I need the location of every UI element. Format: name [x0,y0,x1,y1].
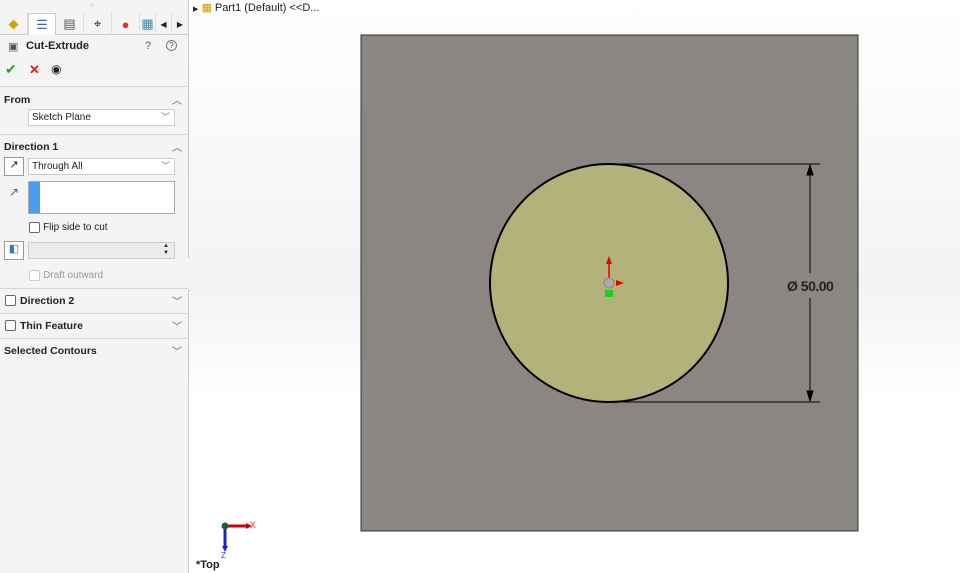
whats-new-icon[interactable]: ? [145,40,151,52]
chevron-down-icon: ﹀ [160,161,170,171]
thin-feature-section[interactable]: Thin Feature ﹀ [0,313,189,338]
expand-icon[interactable]: ﹀ [172,318,182,333]
selected-contours-heading[interactable]: Selected Contours [4,345,97,357]
direction2-heading[interactable]: Direction 2 [20,295,74,307]
graphics-area[interactable]: ▶ ▦ Part1 (Default) <<D... X Z Ø 50.00 *… [190,0,960,573]
draft-angle-input[interactable]: ▲ ▼ [28,242,175,259]
cut-extrude-icon: ▣ [8,41,19,53]
diameter-label[interactable]: Ø 50.00 [787,278,834,294]
z-axis-label: Z [221,551,226,560]
cancel-button[interactable]: ✕ [29,62,40,78]
expand-icon[interactable]: ﹀ [172,293,182,308]
property-manager-tab[interactable]: ☰ [28,13,56,35]
end-condition-select[interactable]: Through All ﹀ [28,158,175,175]
expand-icon[interactable]: ﹀ [172,343,182,358]
preview-eye-icon[interactable]: ◉ [51,62,61,76]
flip-side-checkbox[interactable]: Flip side to cut [29,221,108,233]
property-manager: ○ ◆ ☰ ▤ ⌖ ● ▦ ◀ ▶ ▣ Cut-Extrude ? ? ✔ ✕ … [0,0,189,573]
cam-tab[interactable]: ▦ [140,13,156,35]
feature-icon: ◆ [8,16,19,31]
panel-title: Cut-Extrude [26,40,89,52]
direction1-section: Direction 1 ︿ ↗ Through All ﹀ ↗ Flip side… [0,134,189,288]
manager-tabs: ◆ ☰ ▤ ⌖ ● ▦ ◀ ▶ [0,13,189,35]
crosshair-icon: ⌖ [93,16,102,31]
tab-scroll-right[interactable]: ▶ [172,13,188,35]
direction-reference-box[interactable] [28,181,175,214]
direction2-section[interactable]: Direction 2 ﹀ [0,288,189,313]
from-value: Sketch Plane [32,112,91,123]
flip-side-label: Flip side to cut [43,222,108,233]
reverse-direction-button[interactable]: ↗ [4,157,24,176]
config-icon: ▤ [63,16,76,31]
from-select[interactable]: Sketch Plane ﹀ [28,109,175,126]
selected-contours-section[interactable]: Selected Contours ﹀ [0,338,189,363]
from-heading[interactable]: From [4,94,30,106]
collapse-icon[interactable]: ︿ [172,139,182,154]
dimxpert-tab[interactable]: ⌖ [84,13,112,35]
cam-icon: ▦ [141,16,154,31]
triad-icon [221,522,252,552]
help-icon[interactable]: ? [166,40,177,51]
draft-outward-checkbox: Draft outward [29,269,103,281]
chevron-down-icon: ﹀ [160,112,170,122]
display-manager-tab[interactable]: ● [112,13,140,35]
configuration-manager-tab[interactable]: ▤ [56,13,84,35]
tab-scroll-left[interactable]: ◀ [156,13,172,35]
from-section: From ︿ Sketch Plane ﹀ [0,86,189,134]
spin-buttons[interactable]: ▲ ▼ [158,243,174,258]
draft-outward-label: Draft outward [43,270,104,281]
direction-arrow-icon: ↗ [9,185,20,199]
direction1-heading[interactable]: Direction 1 [4,141,58,153]
color-wheel-icon: ● [121,16,130,32]
view-name-label: *Top [196,559,220,571]
resize-handle[interactable]: ○ [90,2,94,9]
ok-button[interactable]: ✔ [5,61,17,78]
feature-manager-tab[interactable]: ◆ [0,13,28,35]
end-condition-value: Through All [32,161,83,172]
sketch-canvas [221,34,859,552]
collapse-icon[interactable]: ︿ [172,92,182,107]
thin-feature-heading[interactable]: Thin Feature [20,320,83,332]
x-axis-label: X [250,520,257,530]
draft-button[interactable]: ◧ [4,241,24,260]
thin-feature-checkbox[interactable] [5,320,16,331]
direction2-checkbox[interactable] [5,295,16,306]
list-icon: ☰ [36,16,48,32]
